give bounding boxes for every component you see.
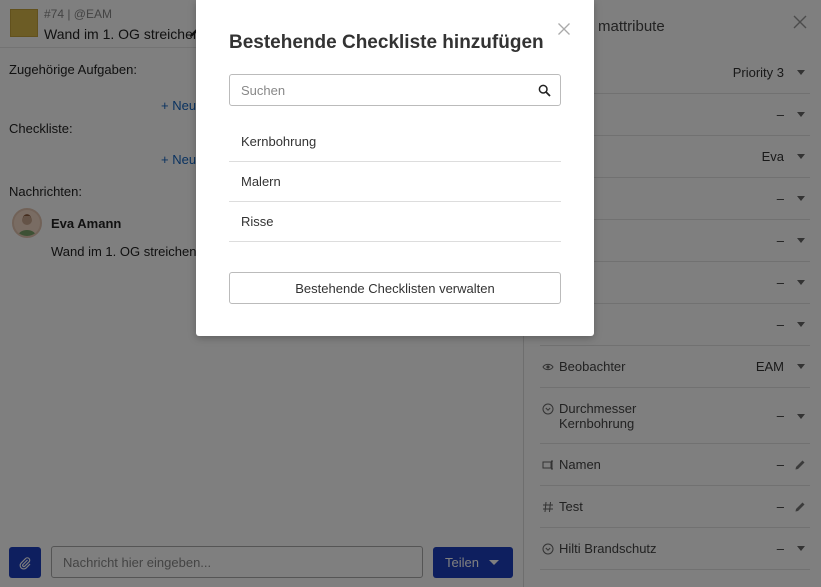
- checklist-item[interactable]: Kernbohrung: [229, 122, 561, 162]
- search-input[interactable]: [230, 75, 530, 105]
- dialog-title: Bestehende Checkliste hinzufügen: [229, 32, 544, 53]
- add-checklist-dialog: Bestehende Checkliste hinzufügen Kernboh…: [196, 0, 594, 336]
- checklist-item[interactable]: Malern: [229, 162, 561, 202]
- manage-checklists-button[interactable]: Bestehende Checklisten verwalten: [229, 272, 561, 304]
- checklist-item[interactable]: Risse: [229, 202, 561, 242]
- checklist-list: Kernbohrung Malern Risse: [229, 122, 561, 242]
- search-field: [229, 74, 561, 106]
- search-icon[interactable]: [538, 84, 551, 97]
- close-icon[interactable]: [556, 21, 572, 37]
